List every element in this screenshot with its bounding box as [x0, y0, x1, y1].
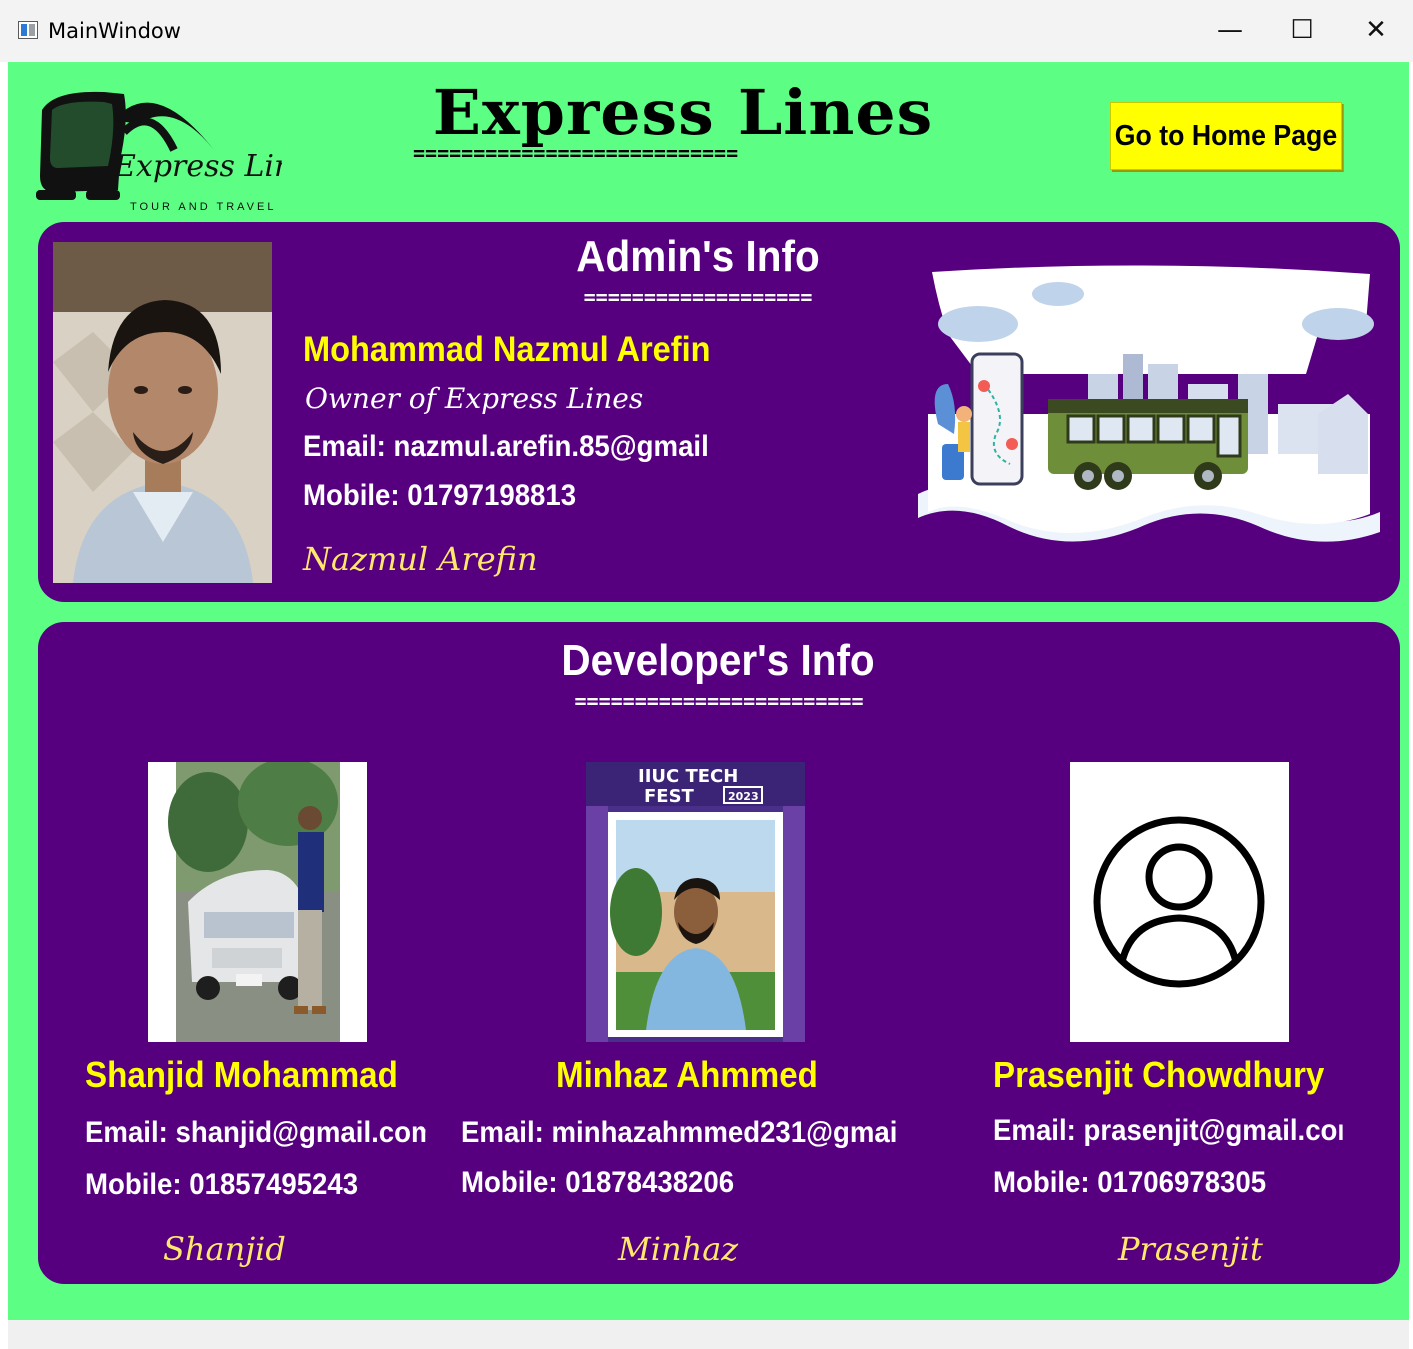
admin-photo: [53, 242, 272, 583]
developer-photo-shanjid: [148, 762, 367, 1042]
status-bar: [8, 1320, 1409, 1349]
developer-email: Email: shanjid@gmail.com: [85, 1116, 426, 1149]
developer-photo-minhaz: IIUC TECH FEST 2023: [586, 762, 805, 1042]
admin-info-panel: Admin's Info =================== Mohamma…: [38, 222, 1400, 602]
developer-info-heading: Developer's Info: [561, 636, 875, 685]
travel-illustration: [918, 264, 1380, 554]
developer-name: Shanjid Mohammad: [85, 1054, 398, 1095]
developer-signature: Prasenjit: [1118, 1230, 1263, 1268]
app-title: Express Lines: [432, 76, 934, 149]
window-titlebar: MainWindow — ☐ ✕: [0, 0, 1413, 62]
developer-signature: Minhaz: [618, 1230, 739, 1268]
admin-info-heading: Admin's Info: [576, 232, 820, 281]
window-title: MainWindow: [48, 19, 181, 43]
developer-heading-underline: ========================: [538, 696, 900, 706]
tech-fest-year: 2023: [728, 790, 759, 803]
developer-photo-placeholder: [1070, 762, 1289, 1042]
minimize-button[interactable]: —: [1206, 10, 1254, 50]
tech-fest-line2: FEST: [644, 786, 695, 807]
tech-fest-line1: IIUC TECH: [638, 766, 738, 787]
user-avatar-icon: [1070, 762, 1289, 1042]
developer-email: Email: minhazahmmed231@gmail.com: [461, 1116, 898, 1149]
title-underline: ===========================: [413, 148, 948, 159]
bus-logo-icon: Express Lines TOUR AND TRAVEL: [36, 91, 326, 213]
developer-info-panel: Developer's Info =======================…: [38, 622, 1400, 1284]
main-window-client: Express Lines TOUR AND TRAVEL Express Li…: [8, 62, 1409, 1320]
developer-email: Email: prasenjit@gmail.com: [993, 1114, 1343, 1147]
developer-mobile: Mobile: 01857495243: [85, 1168, 359, 1201]
app-icon: [18, 21, 38, 39]
developer-mobile: Mobile: 01878438206: [461, 1166, 735, 1199]
admin-heading-underline: ===================: [553, 292, 843, 302]
svg-text:TOUR AND TRAVEL: TOUR AND TRAVEL: [130, 201, 276, 213]
developer-name: Minhaz Ahmmed: [556, 1054, 818, 1095]
admin-email: Email: nazmul.arefin.85@gmail.com: [303, 430, 708, 463]
close-button[interactable]: ✕: [1352, 10, 1400, 50]
express-lines-logo: Express Lines TOUR AND TRAVEL: [34, 80, 326, 216]
developer-signature: Shanjid: [163, 1230, 286, 1268]
logo-script: Express Lines: [113, 149, 282, 184]
go-to-home-page-button[interactable]: Go to Home Page: [1110, 102, 1342, 170]
maximize-button[interactable]: ☐: [1278, 10, 1326, 50]
admin-mobile: Mobile: 01797198813: [303, 479, 577, 512]
admin-signature: Nazmul Arefin: [303, 540, 538, 578]
admin-name: Mohammad Nazmul Arefin: [303, 330, 711, 369]
developer-mobile: Mobile: 01706978305: [993, 1166, 1267, 1199]
developer-name: Prasenjit Chowdhury: [993, 1054, 1325, 1095]
admin-role: Owner of Express Lines: [305, 382, 644, 415]
